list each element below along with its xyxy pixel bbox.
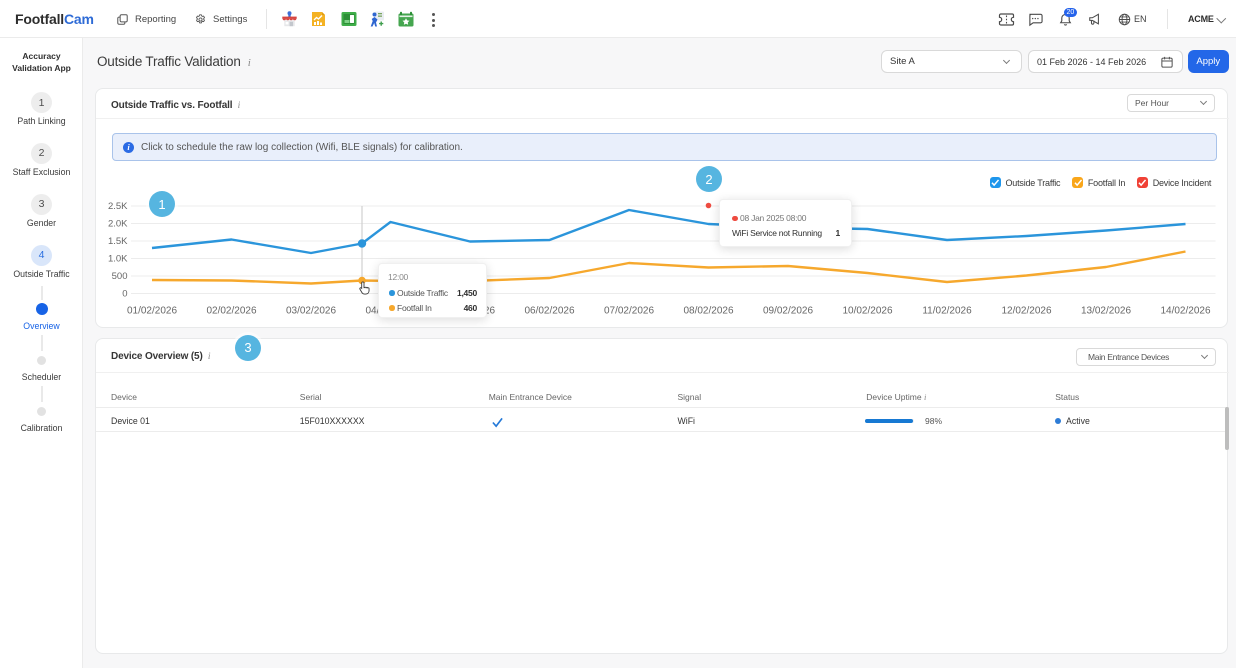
svg-text:11/02/2026: 11/02/2026 (922, 306, 972, 317)
svg-text:10/02/2026: 10/02/2026 (842, 306, 892, 317)
svg-text:07/02/2026: 07/02/2026 (604, 306, 654, 317)
svg-text:01/02/2026: 01/02/2026 (127, 306, 177, 317)
svg-text:1.0K: 1.0K (108, 254, 128, 265)
svg-text:12/02/2026: 12/02/2026 (1001, 306, 1051, 317)
svg-text:14/02/2026: 14/02/2026 (1160, 306, 1210, 317)
svg-text:0: 0 (122, 289, 127, 300)
svg-text:03/02/2026: 03/02/2026 (286, 306, 336, 317)
svg-text:09/02/2026: 09/02/2026 (763, 306, 813, 317)
svg-text:13/02/2026: 13/02/2026 (1081, 306, 1131, 317)
svg-text:1.5K: 1.5K (108, 236, 128, 247)
svg-text:2.5K: 2.5K (108, 201, 128, 212)
svg-text:06/02/2026: 06/02/2026 (524, 306, 574, 317)
svg-text:2.0K: 2.0K (108, 219, 128, 230)
svg-text:08/02/2026: 08/02/2026 (683, 306, 733, 317)
svg-text:02/02/2026: 02/02/2026 (206, 306, 256, 317)
svg-text:500: 500 (112, 271, 128, 282)
